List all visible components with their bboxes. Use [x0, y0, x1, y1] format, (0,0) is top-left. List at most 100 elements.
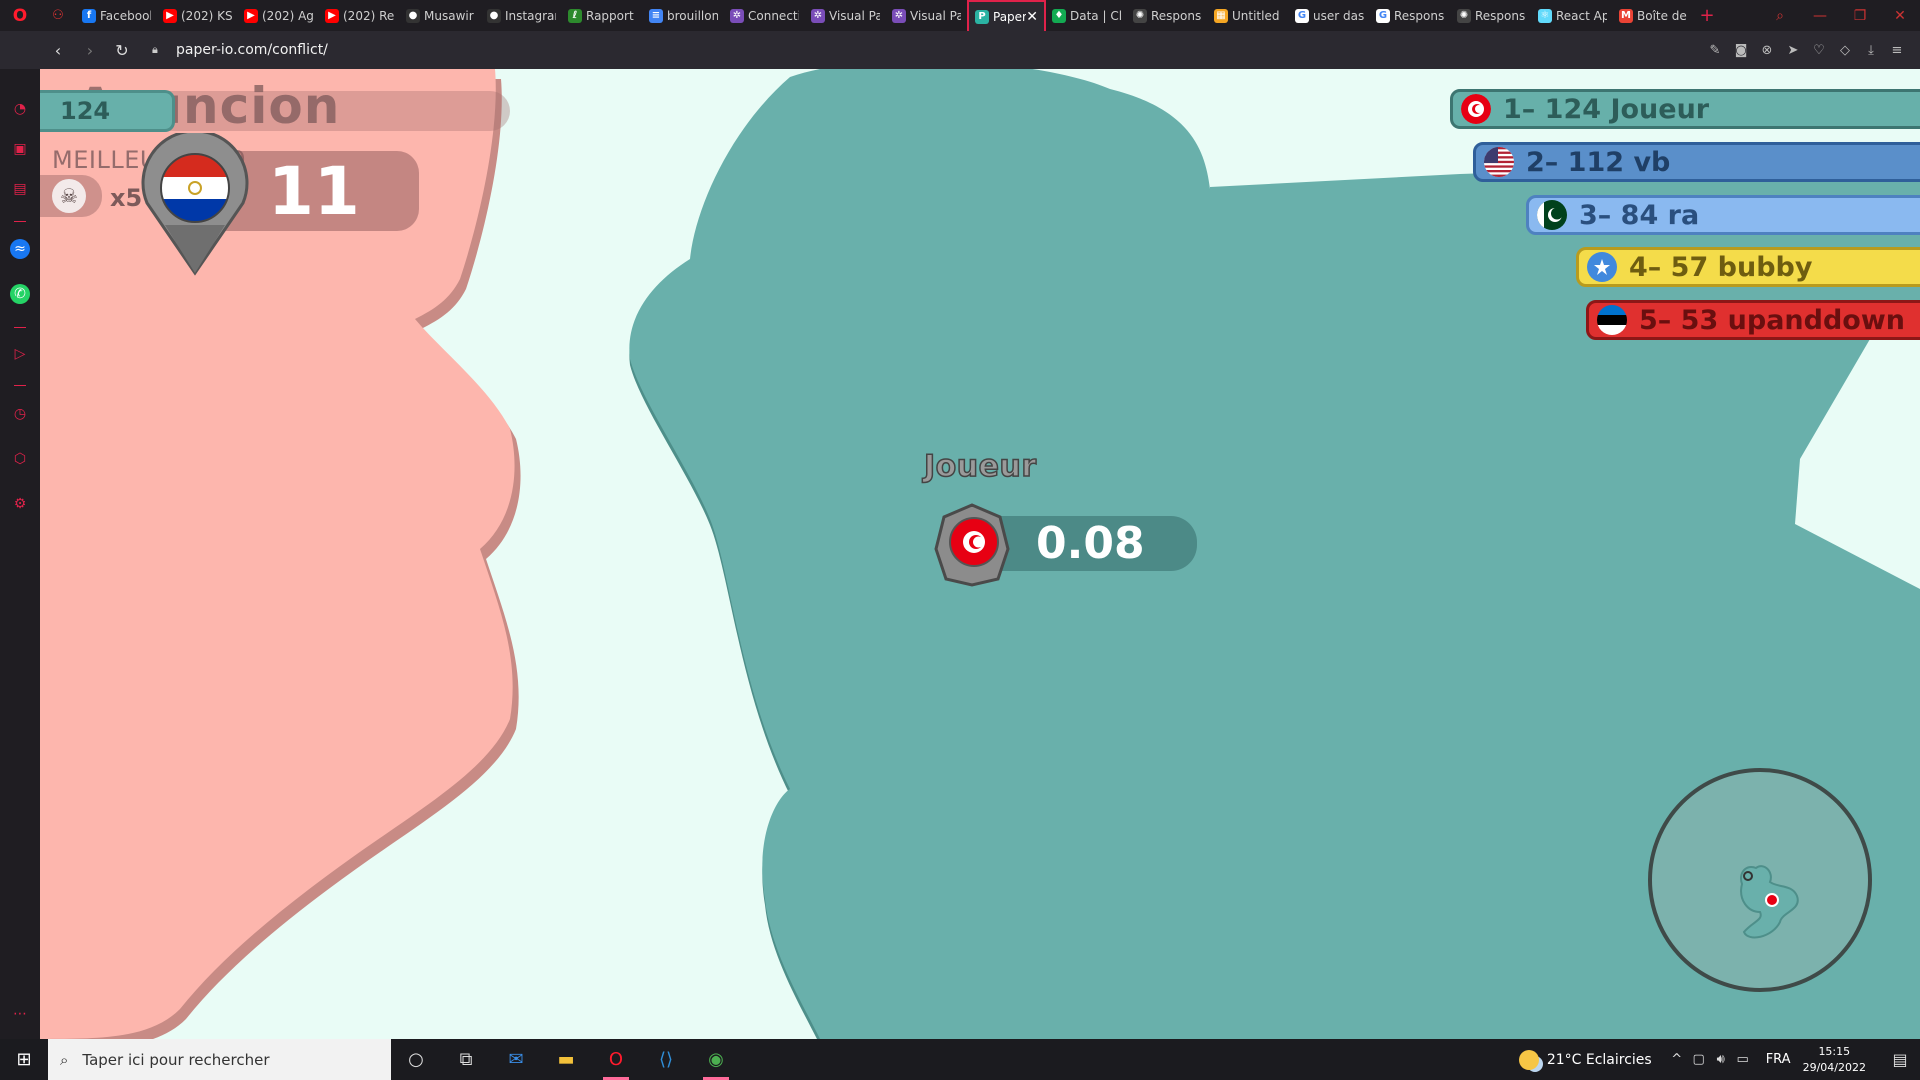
- browser-tab[interactable]: ● Musawir: [400, 0, 481, 31]
- leaderboard-entry: 3– 84 ra: [1579, 199, 1700, 231]
- tab-label: React Ap: [1556, 8, 1607, 23]
- download-icon[interactable]: ⤓: [1858, 43, 1884, 58]
- browser-tab[interactable]: Guser das: [1289, 0, 1370, 31]
- shopping-bag-icon[interactable]: ▣: [10, 139, 30, 159]
- messenger-icon[interactable]: ≈: [10, 239, 30, 259]
- gmail-icon: M: [1619, 8, 1633, 23]
- cube-icon[interactable]: ⬡: [10, 449, 30, 469]
- github-icon: ●: [406, 8, 420, 23]
- docs-icon: ≡: [649, 8, 663, 23]
- new-tab-button[interactable]: +: [1694, 5, 1720, 26]
- tunisia-flag-icon: [1461, 94, 1491, 124]
- leaderboard-row: 4– 57 bubby: [1576, 247, 1920, 287]
- network-icon[interactable]: ▢: [1688, 1052, 1710, 1067]
- minimize-icon[interactable]: —: [1800, 8, 1840, 24]
- back-icon[interactable]: ‹: [42, 41, 74, 60]
- volume-icon[interactable]: 🔊︎: [1710, 1052, 1732, 1067]
- close-window-icon[interactable]: ✕: [1880, 8, 1920, 24]
- weather-widget[interactable]: 21°C Eclaircies: [1518, 1049, 1652, 1070]
- browser-tab[interactable]: ≡ brouillon: [643, 0, 724, 31]
- restore-icon[interactable]: ❐: [1840, 8, 1880, 24]
- player-icon[interactable]: ▷: [10, 344, 30, 364]
- camera-icon[interactable]: ◙: [1728, 43, 1754, 58]
- google-icon: G: [1376, 8, 1390, 23]
- visual-paradigm-icon: ✲: [892, 8, 906, 23]
- tab-label: brouillon: [667, 8, 718, 23]
- tab-label: (202) KSI: [181, 8, 232, 23]
- chrome-icon[interactable]: ◉: [691, 1039, 741, 1080]
- cube-icon[interactable]: ◇: [1832, 43, 1858, 58]
- browser-tab[interactable]: ▶ (202) Ag: [238, 0, 319, 31]
- browser-tab[interactable]: ● Instagram: [481, 0, 562, 31]
- github-icon: ●: [487, 8, 501, 23]
- browser-tab[interactable]: ✺ Response: [1127, 0, 1208, 31]
- visual-paradigm-icon: ✲: [811, 8, 825, 23]
- whatsapp-icon[interactable]: ✆: [10, 284, 30, 304]
- game-canvas[interactable]: Asuncion 124 MEILLEUR 2449 ☠ x5 11 Joueu…: [40, 69, 1920, 1039]
- forward-icon[interactable]: ›: [74, 41, 106, 60]
- opera-logo-icon[interactable]: O: [0, 0, 40, 31]
- tab-label: Data | Cl: [1070, 8, 1121, 23]
- sidebar-divider: [14, 385, 26, 386]
- task-view-icon[interactable]: ⧉: [441, 1039, 491, 1080]
- browser-tab[interactable]: ✺ Response: [1451, 0, 1532, 31]
- menu-icon[interactable]: ≡: [1884, 43, 1910, 58]
- browser-tab[interactable]: ✲ Visual Pa: [886, 0, 967, 31]
- react-icon: ⚛: [1538, 8, 1552, 23]
- browser-tab[interactable]: ▶ (202) KSI: [157, 0, 238, 31]
- close-tab-icon[interactable]: ✕: [1026, 9, 1038, 25]
- browser-tab[interactable]: ℓ Rapport: [562, 0, 643, 31]
- tab-label: user das: [1313, 8, 1364, 23]
- opera-taskbar-icon[interactable]: O: [591, 1039, 641, 1080]
- mail-icon[interactable]: ✉: [491, 1039, 541, 1080]
- windows-start-icon[interactable]: ⊞: [0, 1049, 48, 1070]
- twitch-icon[interactable]: ▤: [10, 179, 30, 199]
- browser-tab-bar: O ⚇ f Facebook ▶ (202) KSI ▶ (202) Ag ▶ (202) R…: [0, 0, 1920, 31]
- mongodb-icon: ♦: [1052, 8, 1066, 23]
- adblock-icon[interactable]: ⊗: [1754, 43, 1780, 58]
- taskbar-search[interactable]: ⌕ Taper ici pour rechercher: [48, 1039, 391, 1080]
- send-icon[interactable]: ➤: [1780, 43, 1806, 58]
- opera-sidebar: ◔ ▣ ▤ ≈ ✆ ▷ ◷ ⬡ ⚙ ⋯: [0, 69, 40, 1039]
- notifications-icon[interactable]: ▤: [1880, 1050, 1920, 1069]
- browser-tab[interactable]: M Boîte de: [1613, 0, 1694, 31]
- browser-tab[interactable]: G Response: [1370, 0, 1451, 31]
- display-icon[interactable]: ▭: [1732, 1052, 1754, 1067]
- search-tabs-icon[interactable]: ⌕: [1760, 8, 1800, 24]
- browser-tab[interactable]: ⚛ React Ap: [1532, 0, 1613, 31]
- chevron-up-icon[interactable]: ^: [1666, 1052, 1688, 1067]
- gamepad-icon[interactable]: ⚇: [40, 0, 76, 31]
- google-icon: G: [1295, 8, 1309, 23]
- vscode-icon[interactable]: ⟨⟩: [641, 1039, 691, 1080]
- settings-icon[interactable]: ⚙: [10, 494, 30, 514]
- browser-tab[interactable]: ✲ Connecti: [724, 0, 805, 31]
- language-indicator[interactable]: FRA: [1766, 1052, 1791, 1067]
- clock-time: 15:15: [1818, 1044, 1851, 1058]
- clock[interactable]: 15:15 29/04/2022: [1803, 1044, 1866, 1076]
- edit-icon[interactable]: ✎: [1702, 43, 1728, 58]
- pakistan-flag-icon: [1537, 200, 1567, 230]
- address-bar: ‹ › ↻ 🔒︎ paper-io.com/conflict/ ✎ ◙ ⊗ ➤ …: [0, 31, 1920, 69]
- browser-tab[interactable]: P Paper ✕: [967, 0, 1046, 31]
- file-explorer-icon[interactable]: ▬: [541, 1039, 591, 1080]
- reload-icon[interactable]: ↻: [106, 41, 138, 60]
- more-icon[interactable]: ⋯: [10, 1004, 30, 1024]
- browser-tab[interactable]: ♦ Data | Cl: [1046, 0, 1127, 31]
- history-icon[interactable]: ◷: [10, 404, 30, 424]
- url-field[interactable]: paper-io.com/conflict/: [176, 42, 328, 58]
- browser-tab[interactable]: ▦ Untitled: [1208, 0, 1289, 31]
- browser-tab[interactable]: ▶ (202) Re: [319, 0, 400, 31]
- leaderboard-row: 3– 84 ra: [1526, 195, 1920, 235]
- speed-dial-icon[interactable]: ◔: [10, 99, 30, 119]
- enemy-avatar-pin: [141, 133, 249, 276]
- browser-tab[interactable]: ✲ Visual Pa: [805, 0, 886, 31]
- visual-paradigm-icon: ✲: [730, 8, 744, 23]
- lock-icon[interactable]: 🔒︎: [152, 43, 176, 57]
- heart-icon[interactable]: ♡: [1806, 43, 1832, 58]
- leaf-icon: ℓ: [568, 8, 582, 23]
- sidebar-divider: [14, 221, 26, 222]
- windows-taskbar: ⊞ ⌕ Taper ici pour rechercher ○ ⧉ ✉ ▬ O …: [0, 1039, 1920, 1080]
- tab-label: Instagram: [505, 8, 556, 23]
- cortana-icon[interactable]: ○: [391, 1039, 441, 1080]
- browser-tab[interactable]: f Facebook: [76, 0, 157, 31]
